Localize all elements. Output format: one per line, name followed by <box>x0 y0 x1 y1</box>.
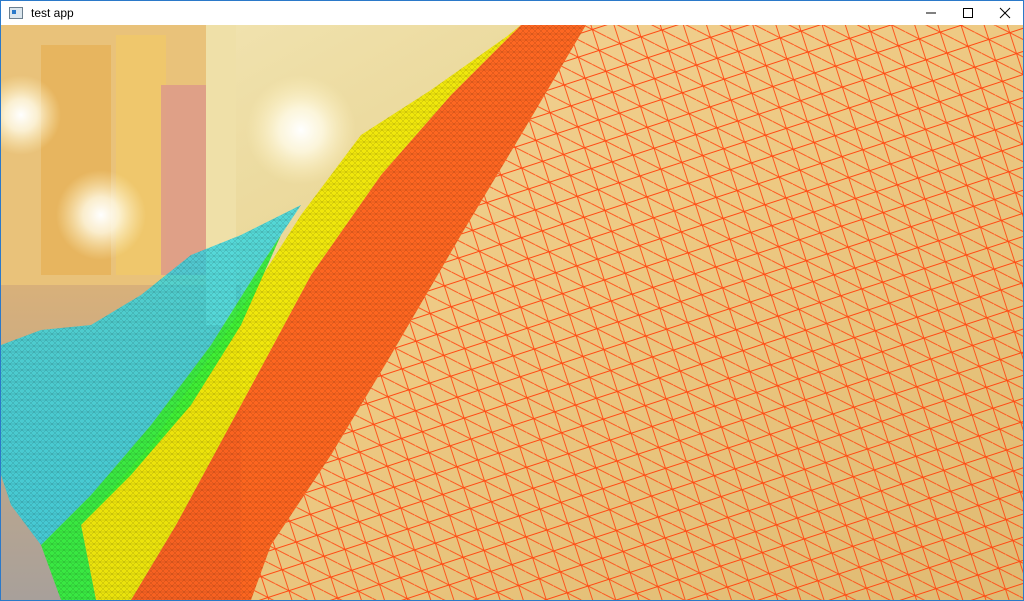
window-controls <box>912 1 1023 25</box>
maximize-button[interactable] <box>949 1 986 25</box>
close-button[interactable] <box>986 1 1023 25</box>
minimize-icon <box>925 12 936 14</box>
title-bar[interactable]: test app <box>1 1 1023 25</box>
render-viewport[interactable] <box>1 25 1023 600</box>
window-title: test app <box>31 6 74 20</box>
scene-canvas <box>1 25 1023 600</box>
app-icon <box>9 7 23 19</box>
minimize-button[interactable] <box>912 1 949 25</box>
street-light-glow <box>56 170 146 260</box>
building-pink <box>161 85 211 275</box>
maximize-icon <box>962 8 973 18</box>
close-icon <box>999 7 1010 19</box>
app-window: test app <box>0 0 1024 601</box>
